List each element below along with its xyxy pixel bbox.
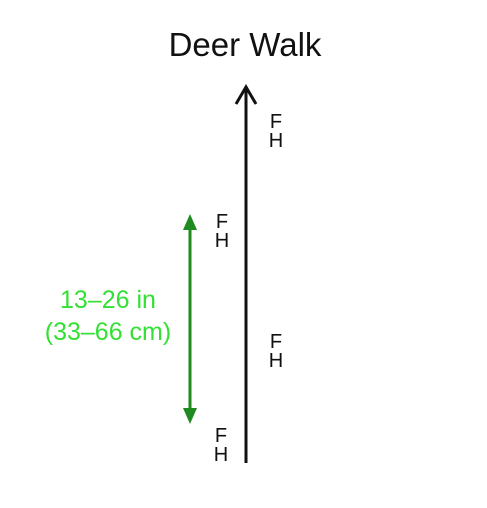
track-pair-4: F H — [211, 426, 231, 466]
track-pair-1: F H — [266, 112, 286, 152]
stride-arrow-head-top — [183, 214, 197, 230]
hind-foot-label: H — [268, 130, 284, 152]
track-pair-3: F H — [266, 332, 286, 372]
stride-length-label: 13–26 in (33–66 cm) — [18, 284, 198, 348]
hind-foot-label: H — [214, 230, 230, 252]
hind-foot-label: H — [268, 350, 284, 372]
diagram-canvas: Deer Walk F H F H F H F H 13–26 in (33–6… — [0, 0, 487, 508]
diagram-graphics — [183, 84, 258, 463]
stride-arrow-head-bottom — [183, 408, 197, 424]
hind-foot-label: H — [213, 444, 229, 466]
stride-metric: (33–66 cm) — [44, 318, 172, 346]
stride-imperial: 13–26 in — [60, 286, 156, 314]
track-pair-2: F H — [212, 212, 232, 252]
